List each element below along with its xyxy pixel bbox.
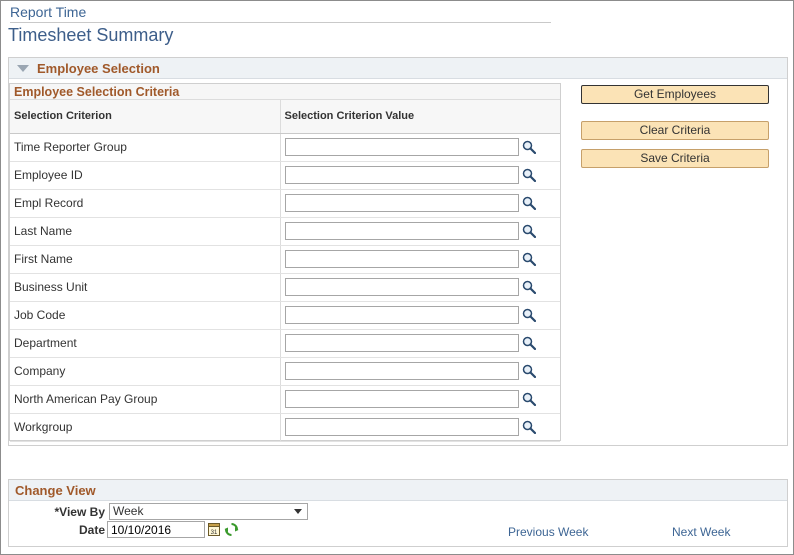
save-criteria-button[interactable]: Save Criteria	[581, 149, 769, 168]
table-row: Last Name	[10, 217, 560, 246]
magnifier-icon[interactable]	[522, 364, 536, 378]
change-view-header: Change View	[9, 480, 787, 501]
table-row: Employee ID	[10, 161, 560, 190]
magnifier-icon[interactable]	[522, 280, 536, 294]
date-label: Date	[78, 523, 105, 537]
magnifier-icon[interactable]	[522, 168, 536, 182]
criterion-label: Department	[10, 329, 281, 358]
clear-criteria-button[interactable]: Clear Criteria	[581, 121, 769, 140]
criterion-value-input[interactable]	[284, 334, 519, 352]
criterion-value-input[interactable]	[284, 250, 519, 268]
criterion-label: Last Name	[10, 217, 281, 246]
chevron-down-icon[interactable]	[294, 509, 302, 514]
table-row: Empl Record	[10, 189, 560, 218]
criterion-value-cell	[280, 329, 560, 358]
svg-text:31: 31	[211, 530, 218, 536]
magnifier-icon[interactable]	[522, 420, 536, 434]
magnifier-icon[interactable]	[522, 336, 536, 350]
breadcrumb[interactable]: Report Time	[10, 4, 86, 20]
criterion-value-input[interactable]	[284, 166, 519, 184]
criterion-value-cell	[280, 133, 560, 162]
criterion-value-cell	[280, 413, 560, 442]
criterion-value-input[interactable]	[284, 194, 519, 212]
view-by-select[interactable]: Week	[109, 503, 308, 520]
criterion-value-input[interactable]	[284, 418, 519, 436]
magnifier-icon[interactable]	[522, 224, 536, 238]
criterion-value-cell	[280, 245, 560, 274]
view-by-label: *View By	[54, 505, 105, 519]
column-header-value: Selection Criterion Value	[280, 100, 560, 134]
calendar-icon[interactable]: 31	[208, 522, 220, 536]
criterion-value-cell	[280, 273, 560, 302]
magnifier-icon[interactable]	[522, 392, 536, 406]
magnifier-icon[interactable]	[522, 196, 536, 210]
criterion-value-cell	[280, 357, 560, 386]
employee-selection-header[interactable]: Employee Selection	[9, 58, 787, 79]
table-row: Workgroup	[10, 413, 560, 442]
criteria-grid-title: Employee Selection Criteria	[10, 84, 560, 100]
criterion-value-cell	[280, 385, 560, 414]
employee-selection-title: Employee Selection	[37, 60, 160, 76]
change-view-title: Change View	[15, 482, 96, 498]
table-row: Department	[10, 329, 560, 358]
table-row: Time Reporter Group	[10, 133, 560, 162]
breadcrumb-divider	[10, 22, 551, 23]
criterion-label: Workgroup	[10, 413, 281, 442]
criterion-label: Employee ID	[10, 161, 281, 190]
criterion-value-input[interactable]	[284, 222, 519, 240]
selection-criteria-grid: Employee Selection Criteria Selection Cr…	[9, 83, 561, 442]
view-by-value: Week	[113, 504, 144, 518]
criterion-value-input[interactable]	[284, 362, 519, 380]
table-row: North American Pay Group	[10, 385, 560, 414]
criteria-table: Selection Criterion Selection Criterion …	[10, 100, 560, 442]
next-week-link[interactable]: Next Week	[672, 525, 730, 539]
criterion-value-input[interactable]	[284, 278, 519, 296]
refresh-icon[interactable]	[224, 522, 239, 537]
previous-week-link[interactable]: Previous Week	[508, 525, 588, 539]
criterion-value-cell	[280, 161, 560, 190]
table-row: First Name	[10, 245, 560, 274]
magnifier-icon[interactable]	[522, 140, 536, 154]
criterion-value-cell	[280, 301, 560, 330]
criterion-value-input[interactable]	[284, 306, 519, 324]
criterion-value-input[interactable]	[284, 390, 519, 408]
collapse-arrow-icon[interactable]	[17, 64, 29, 72]
table-row: Business Unit	[10, 273, 560, 302]
criterion-label: Business Unit	[10, 273, 281, 302]
get-employees-button[interactable]: Get Employees	[581, 85, 769, 104]
table-row: Job Code	[10, 301, 560, 330]
page-frame: Report Time Timesheet Summary Employee S…	[0, 0, 794, 555]
date-input[interactable]	[107, 521, 205, 538]
criterion-label: North American Pay Group	[10, 385, 281, 414]
page-title: Timesheet Summary	[8, 25, 174, 45]
criterion-value-cell	[280, 189, 560, 218]
column-header-criterion: Selection Criterion	[10, 100, 281, 134]
criterion-label: Job Code	[10, 301, 281, 330]
criterion-value-cell	[280, 217, 560, 246]
table-header-row: Selection Criterion Selection Criterion …	[10, 100, 560, 134]
criterion-label: Time Reporter Group	[10, 133, 281, 162]
criterion-label: First Name	[10, 245, 281, 274]
criterion-value-input[interactable]	[284, 138, 519, 156]
criterion-label: Company	[10, 357, 281, 386]
magnifier-icon[interactable]	[522, 308, 536, 322]
magnifier-icon[interactable]	[522, 252, 536, 266]
criterion-label: Empl Record	[10, 189, 281, 218]
table-row: Company	[10, 357, 560, 386]
